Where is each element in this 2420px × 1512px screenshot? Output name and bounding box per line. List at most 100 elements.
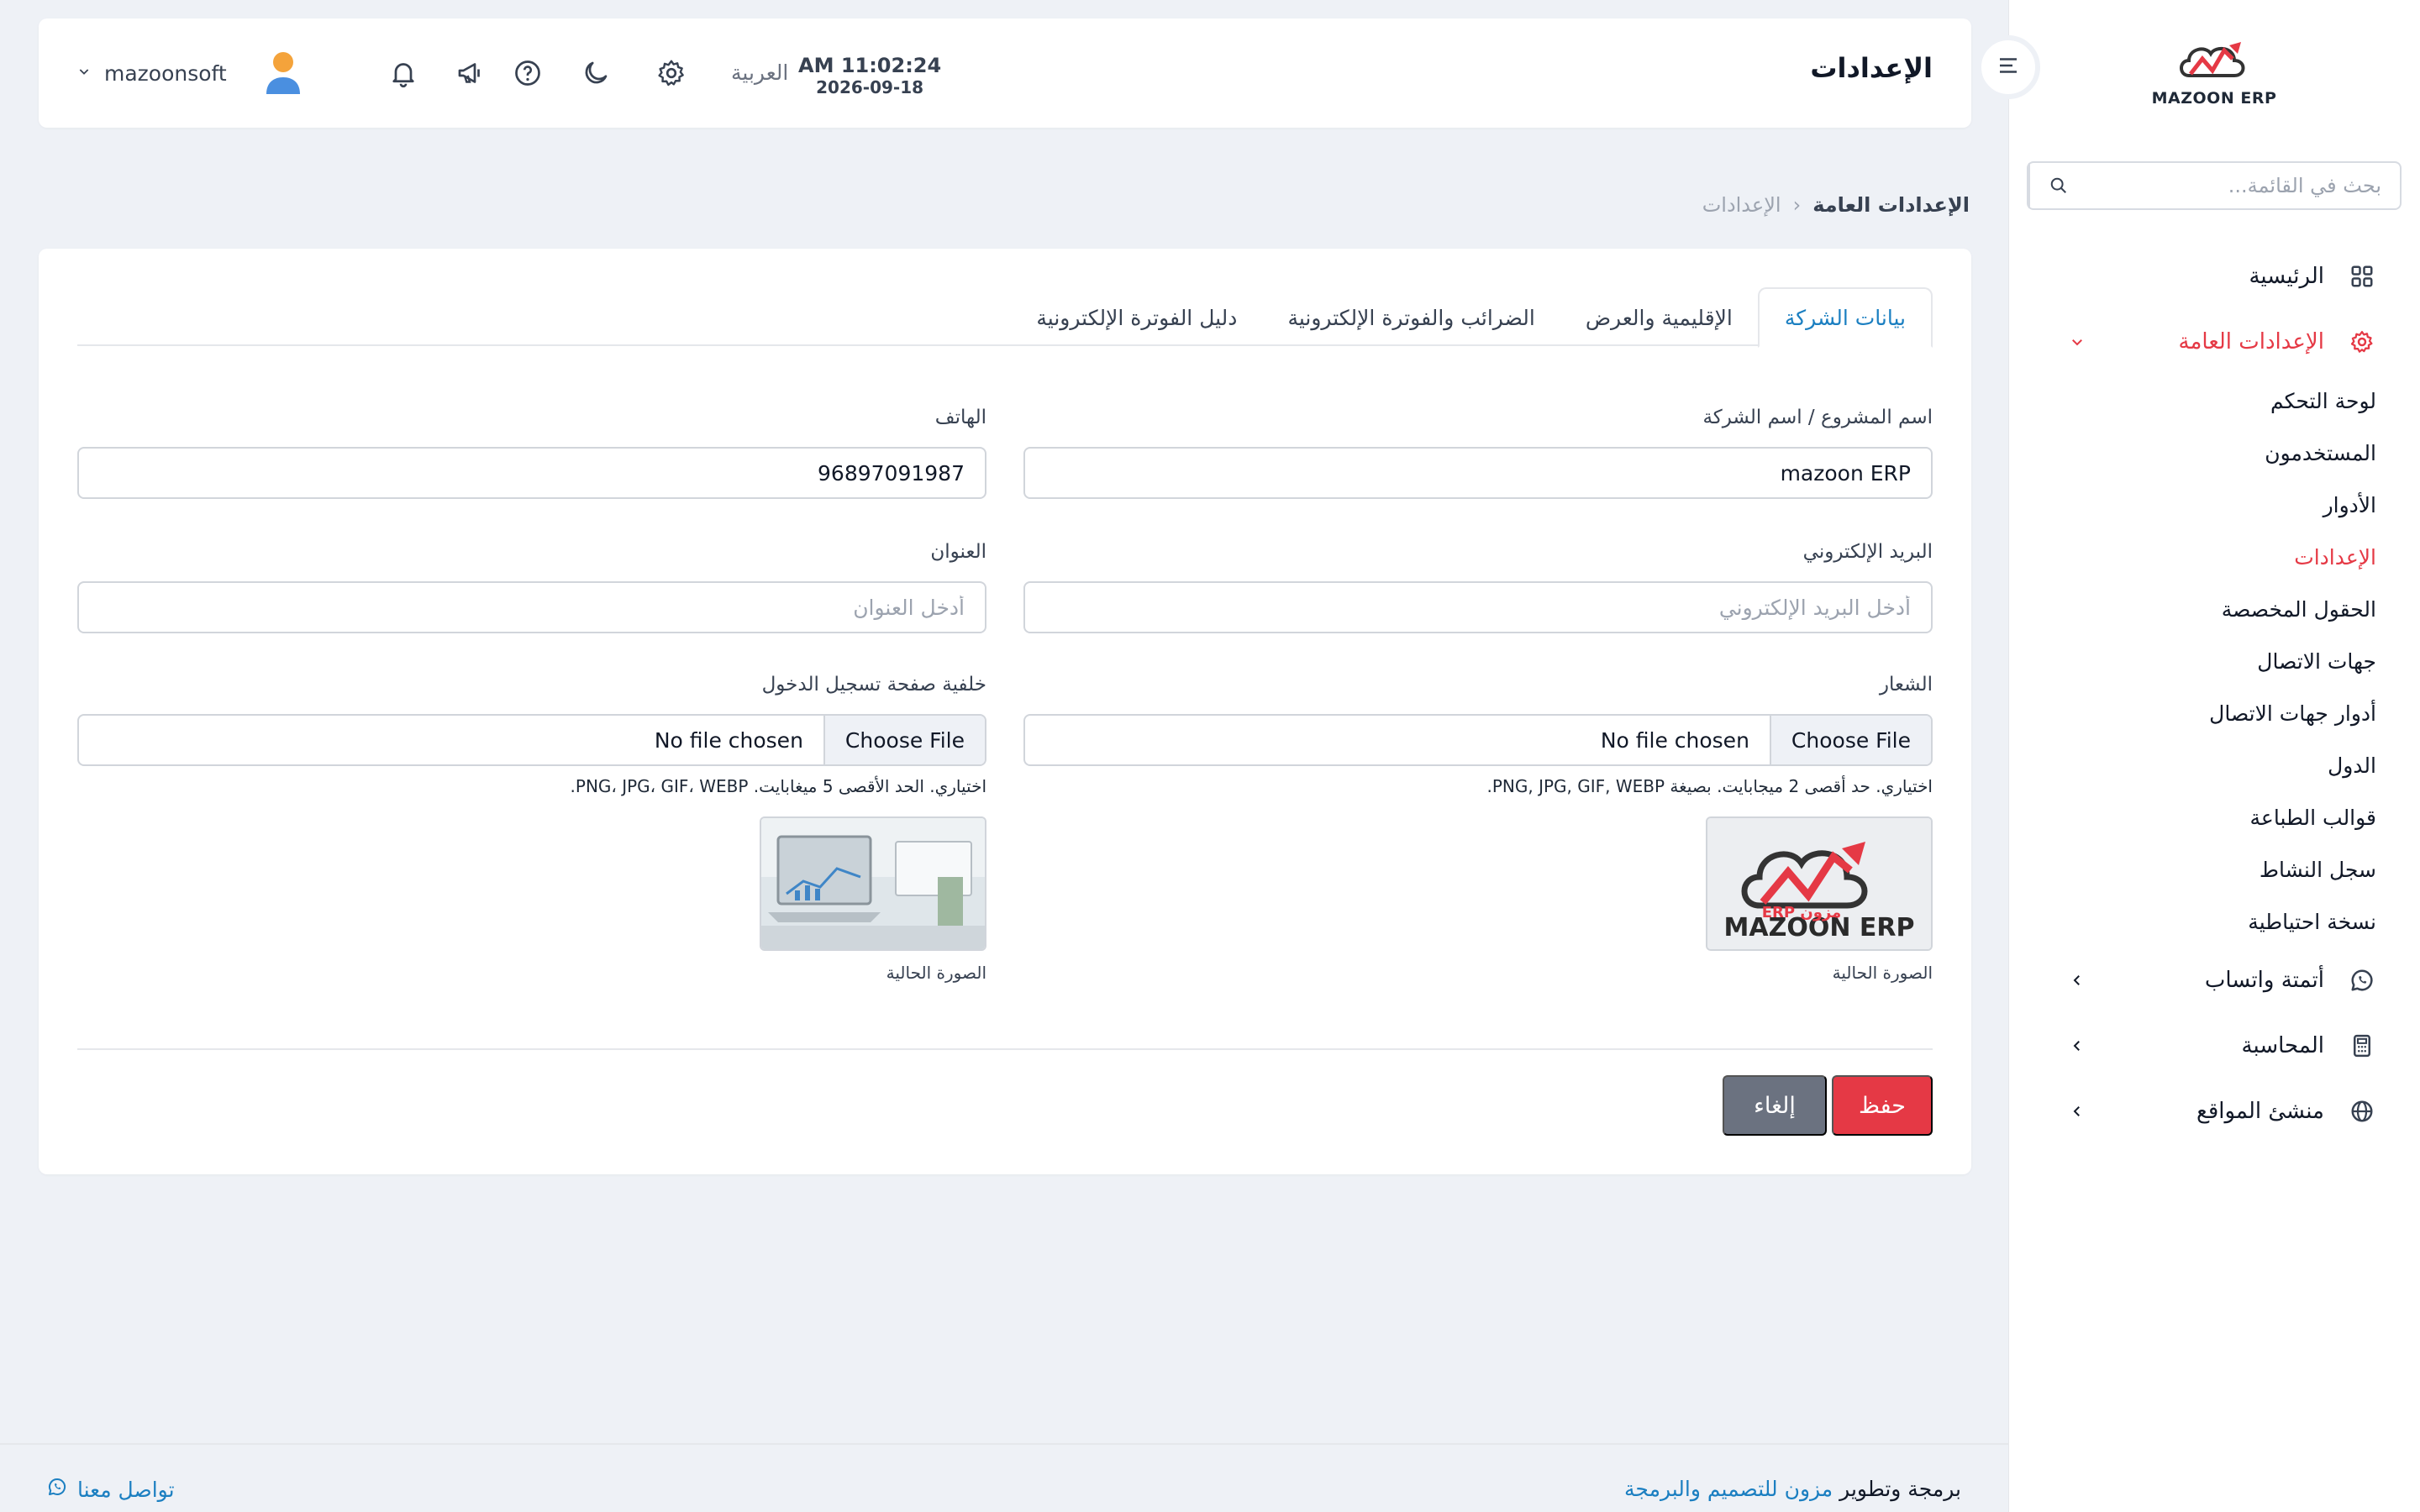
tab-tax-einvoicing[interactable]: الضرائب والفوترة الإلكترونية: [1262, 287, 1560, 348]
sidebar: MAZOON ERP الرئيسية الإعدادات العامة لوح…: [2008, 0, 2420, 1512]
company-name-field: اسم المشروع / اسم الشركة: [1023, 407, 1933, 499]
preview-brand-tag: مزون ERP: [1762, 904, 1842, 921]
login-background-preview: [760, 816, 986, 951]
chevron-left-icon: [2067, 1036, 2087, 1056]
logo-field: الشعار Choose File No file chosen اختيار…: [1023, 674, 1933, 983]
sidebar-item-label: الرئيسية: [2249, 264, 2324, 289]
sidebar-item-accounting[interactable]: المحاسبة: [2008, 1013, 2420, 1079]
sidebar-nav: الرئيسية الإعدادات العامة لوحة التحكم ال…: [2008, 244, 2420, 1144]
breadcrumb: الإعدادات العامة ‹ الإعدادات: [1702, 193, 1970, 217]
user-name: mazoonsoft: [104, 60, 227, 86]
search-icon[interactable]: [2028, 163, 2087, 208]
clock-date: 2026-09-18: [816, 77, 924, 97]
save-button[interactable]: حفظ: [1832, 1075, 1933, 1136]
brand-logo[interactable]: MAZOON ERP: [2151, 34, 2277, 118]
brand-name: MAZOON ERP: [2151, 89, 2277, 108]
sidebar-subitem-users[interactable]: المستخدمون: [2008, 427, 2420, 479]
whatsapp-icon: [47, 1477, 67, 1502]
sidebar-item-label: الإعدادات العامة: [2178, 329, 2324, 354]
logo-preview: MAZOON ERP مزون ERP: [1706, 816, 1933, 951]
dark-mode-moon-icon[interactable]: [575, 52, 617, 94]
sidebar-item-label: أتمتة واتساب: [2204, 968, 2324, 993]
help-icon[interactable]: [507, 52, 549, 94]
sidebar-subitem-activity-log[interactable]: سجل النشاط: [2008, 843, 2420, 895]
sidebar-subitem-roles[interactable]: الأدوار: [2008, 479, 2420, 531]
logo-choose-file-button[interactable]: Choose File: [1769, 716, 1931, 764]
whatsapp-icon: [2348, 966, 2376, 995]
gear-icon: [2348, 328, 2376, 356]
sidebar-subitem-contacts[interactable]: جهات الاتصال: [2008, 635, 2420, 687]
email-label: البريد الإلكتروني: [1802, 541, 1933, 563]
cancel-button[interactable]: إلغاء: [1723, 1075, 1827, 1136]
address-label: العنوان: [930, 541, 986, 563]
tab-company-data[interactable]: بيانات الشركة: [1757, 287, 1933, 348]
menu-search: [2027, 161, 2402, 210]
tab-einvoicing-guide[interactable]: دليل الفوترة الإلكترونية: [1011, 287, 1262, 348]
menu-search-input[interactable]: [2087, 163, 2400, 208]
sidebar-item-site-builder[interactable]: منشئ المواقع: [2008, 1079, 2420, 1144]
login-background-help-text: اختياري. الحد الأقصى 5 ميغابايت. PNG، JP…: [570, 776, 986, 796]
settings-submenu: لوحة التحكم المستخدمون الأدوار الإعدادات…: [2008, 375, 2420, 948]
notifications-bell-icon[interactable]: [382, 52, 424, 94]
mazoon-logo-icon: [2180, 42, 2245, 77]
grid-icon: [2348, 262, 2376, 291]
tab-regional-display[interactable]: الإقليمية والعرض: [1560, 287, 1758, 348]
footer-credit-prefix: برمجة وتطوير: [1839, 1477, 1961, 1501]
breadcrumb-separator: ‹: [1792, 193, 1802, 217]
sidebar-subitem-backup[interactable]: نسخة احتياطية: [2008, 895, 2420, 948]
chevron-down-icon: [2067, 332, 2087, 352]
sidebar-item-label: المحاسبة: [2241, 1033, 2324, 1058]
sidebar-subitem-countries[interactable]: الدول: [2008, 739, 2420, 791]
phone-input[interactable]: [77, 447, 986, 499]
menu-icon: [1996, 53, 2021, 81]
email-input[interactable]: [1023, 581, 1933, 633]
logo-label: الشعار: [1879, 674, 1933, 696]
address-field: العنوان: [77, 541, 986, 633]
breadcrumb-current: الإعدادات العامة: [1812, 193, 1970, 217]
laptop-photo-icon: [761, 818, 985, 949]
address-input[interactable]: [77, 581, 986, 633]
phone-label: الهاتف: [934, 407, 986, 428]
globe-icon: [2348, 1097, 2376, 1126]
sidebar-item-general-settings[interactable]: الإعدادات العامة: [2008, 309, 2420, 375]
sidebar-item-whatsapp[interactable]: أتمتة واتساب: [2008, 948, 2420, 1013]
clock-time: AM 11:02:24: [798, 54, 942, 77]
sidebar-subitem-print-templates[interactable]: قوالب الطباعة: [2008, 791, 2420, 843]
email-field: البريد الإلكتروني: [1023, 541, 1933, 633]
settings-gear-icon[interactable]: [650, 52, 692, 94]
settings-card: بيانات الشركة الإقليمية والعرض الضرائب و…: [39, 249, 1971, 1174]
company-name-input[interactable]: [1023, 447, 1933, 499]
main-area: الإعدادات AM 11:02:24 2026-09-18 العربية…: [0, 0, 2008, 1512]
logo-preview-caption: الصورة الحالية: [1832, 963, 1933, 983]
contact-us-label: تواصل معنا: [77, 1477, 175, 1502]
footer-credit: برمجة وتطوير مزون للتصميم والبرمجة: [1624, 1477, 1961, 1501]
language-switch[interactable]: العربية: [731, 60, 788, 85]
footer-credit-link[interactable]: مزون للتصميم والبرمجة: [1624, 1477, 1833, 1501]
login-background-choose-file-button[interactable]: Choose File: [823, 716, 985, 764]
sidebar-toggle-button[interactable]: [1976, 35, 2040, 99]
form-divider: [77, 1048, 1933, 1050]
sidebar-item-home[interactable]: الرئيسية: [2008, 244, 2420, 309]
login-background-preview-caption: الصورة الحالية: [886, 963, 986, 983]
sidebar-subitem-dashboard[interactable]: لوحة التحكم: [2008, 375, 2420, 427]
logo-file-status: No file chosen: [1600, 727, 1749, 753]
megaphone-icon[interactable]: [449, 52, 491, 94]
sidebar-subitem-custom-fields[interactable]: الحقول المخصصة: [2008, 583, 2420, 635]
contact-us-link[interactable]: تواصل معنا: [47, 1477, 175, 1502]
breadcrumb-link-settings[interactable]: الإعدادات: [1702, 193, 1781, 217]
logo-file-input[interactable]: Choose File No file chosen: [1023, 714, 1933, 766]
user-menu[interactable]: mazoonsoft: [77, 49, 302, 97]
page-title: الإعدادات: [1810, 52, 1933, 84]
company-name-label: اسم المشروع / اسم الشركة: [1702, 407, 1933, 428]
clock: AM 11:02:24 2026-09-18: [798, 54, 941, 97]
logo-help-text: اختياري. حد أقصى 2 ميجابايت. بصيغة PNG, …: [1486, 776, 1933, 796]
chevron-left-icon: [2067, 1101, 2087, 1121]
chevron-left-icon: [2067, 970, 2087, 990]
login-background-file-input[interactable]: Choose File No file chosen: [77, 714, 986, 766]
sidebar-subitem-settings[interactable]: الإعدادات: [2008, 531, 2420, 583]
footer: برمجة وتطوير مزون للتصميم والبرمجة تواصل…: [0, 1443, 2008, 1512]
settings-tabs: بيانات الشركة الإقليمية والعرض الضرائب و…: [77, 287, 1933, 348]
calculator-icon: [2348, 1032, 2376, 1060]
login-background-file-status: No file chosen: [654, 727, 803, 753]
sidebar-subitem-contact-roles[interactable]: أدوار جهات الاتصال: [2008, 687, 2420, 739]
